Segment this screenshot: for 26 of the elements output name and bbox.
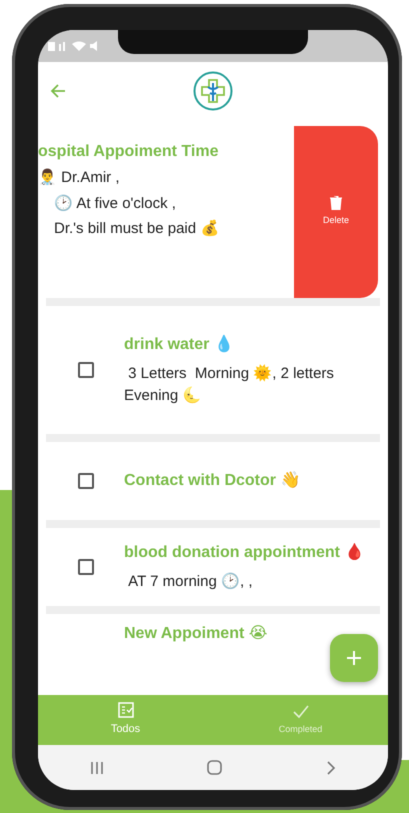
- add-button[interactable]: [330, 634, 378, 682]
- checkbox[interactable]: [78, 362, 94, 378]
- checkbox[interactable]: [78, 559, 94, 575]
- forward-icon[interactable]: [326, 760, 336, 774]
- tab[interactable]: Todos: [38, 695, 213, 745]
- todo-title: ospital Appoiment Time: [38, 142, 220, 162]
- todo-title: blood donation appointment 🩸: [124, 542, 366, 563]
- checkbox[interactable]: [78, 473, 94, 489]
- todo-detail: 3 Letters Morning 🌞, 2 letters Evening 🌜: [124, 363, 335, 406]
- todo-title: Contact with Dcotor 👋: [124, 470, 302, 491]
- home-icon[interactable]: [207, 760, 222, 775]
- todo-title: drink water 💧: [124, 334, 235, 354]
- todo-detail: 🕑 At five o'clock ,: [53, 194, 177, 214]
- checkmark-icon: [292, 704, 310, 720]
- todo-detail: Dr.'s bill must be paid 💰: [53, 218, 220, 239]
- trash-icon: [330, 196, 342, 210]
- back-arrow-icon[interactable]: [50, 84, 66, 98]
- todo-detail: 👨‍⚕ Dr.Amir ,: [38, 168, 120, 188]
- delete-button[interactable]: Delete: [294, 126, 378, 298]
- recent-apps-icon[interactable]: [90, 760, 104, 774]
- todo-detail: AT 7 morning 🕑, ,: [127, 572, 254, 592]
- checklist-icon: [118, 702, 134, 718]
- todo-title: New Appoiment 😭: [124, 624, 268, 644]
- tab[interactable]: Completed: [213, 695, 388, 745]
- plus-icon: [346, 650, 362, 666]
- medical-logo-icon: [193, 71, 233, 111]
